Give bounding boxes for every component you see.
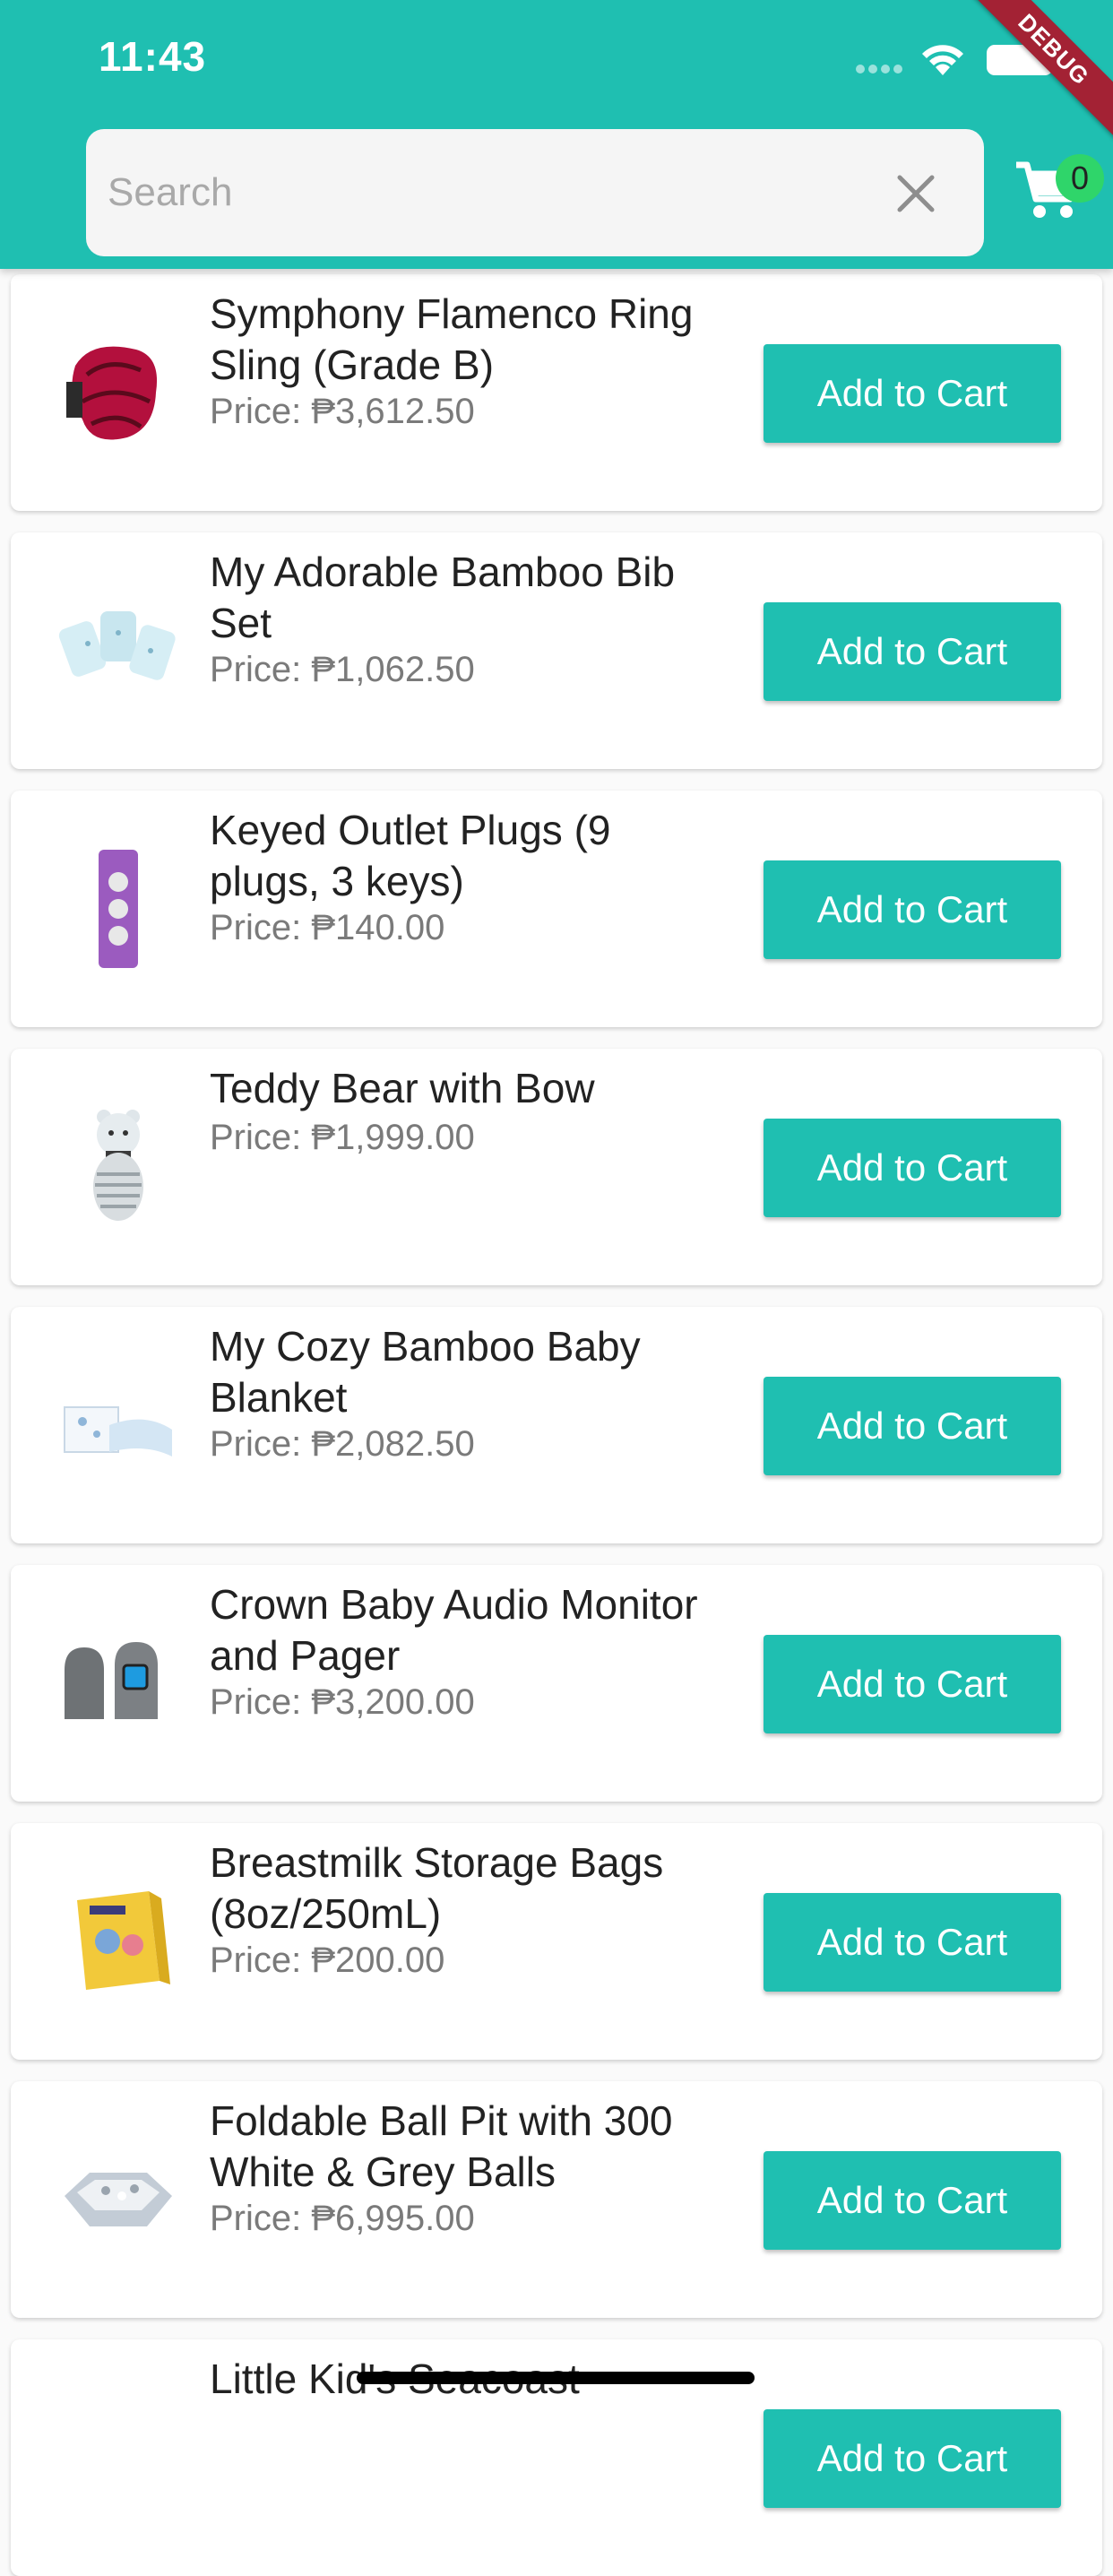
home-indicator: [357, 2372, 755, 2384]
app-bar: 11:43 DEBUG 0: [0, 0, 1113, 269]
product-price: Price: ₱1,062.50: [210, 650, 475, 689]
product-price: Price: ₱200.00: [210, 1941, 445, 1980]
add-to-cart-button[interactable]: Add to Cart: [764, 2151, 1061, 2250]
product-card: Keyed Outlet Plugs (9 plugs, 3 keys) Pri…: [11, 791, 1102, 1027]
bib-set-image: [58, 611, 176, 680]
product-price: Price: ₱2,082.50: [210, 1424, 475, 1464]
product-price: Price: ₱3,200.00: [210, 1682, 475, 1722]
product-card: Foldable Ball Pit with 300 White & Grey …: [11, 2081, 1102, 2318]
status-time: 11:43: [99, 33, 207, 80]
product-card: My Cozy Bamboo Baby Blanket Price: ₱2,08…: [11, 1307, 1102, 1543]
product-title: Crown Baby Audio Monitor and Pager: [210, 1581, 698, 1679]
close-icon[interactable]: [893, 170, 939, 217]
ball-pit-image: [65, 2173, 172, 2226]
product-card: My Adorable Bamboo Bib Set Price: ₱1,062…: [11, 532, 1102, 769]
product-title: My Cozy Bamboo Baby Blanket: [210, 1323, 641, 1421]
signal-icon: [856, 65, 902, 73]
product-card: Teddy Bear with Bow Price: ₱1,999.00 Add…: [11, 1049, 1102, 1285]
add-to-cart-button[interactable]: Add to Cart: [764, 1119, 1061, 1217]
product-title: Teddy Bear with Bow: [210, 1065, 595, 1111]
audio-monitor-image: [65, 1642, 158, 1719]
cart-badge[interactable]: 0: [1056, 154, 1104, 203]
product-title: Symphony Flamenco Ring Sling (Grade B): [210, 290, 694, 388]
outlet-plugs-image: [99, 850, 138, 968]
add-to-cart-button[interactable]: Add to Cart: [764, 860, 1061, 959]
add-to-cart-button[interactable]: Add to Cart: [764, 1377, 1061, 1475]
wifi-icon: [922, 45, 963, 75]
add-to-cart-button[interactable]: Add to Cart: [764, 602, 1061, 701]
add-to-cart-button[interactable]: Add to Cart: [764, 2409, 1061, 2508]
product-title: Foldable Ball Pit with 300 White & Grey …: [210, 2097, 673, 2195]
product-price: Price: ₱6,995.00: [210, 2199, 475, 2238]
baby-blanket-image: [64, 1406, 172, 1457]
teddy-bear-image: [93, 1110, 143, 1221]
product-price: Price: ₱1,999.00: [210, 1118, 475, 1157]
add-to-cart-button[interactable]: Add to Cart: [764, 1893, 1061, 1992]
add-to-cart-button[interactable]: Add to Cart: [764, 344, 1061, 443]
storage-bags-image: [77, 1891, 170, 1990]
add-to-cart-button[interactable]: Add to Cart: [764, 1635, 1061, 1733]
search-box[interactable]: [86, 129, 984, 256]
product-price: Price: ₱3,612.50: [210, 392, 475, 431]
ring-sling-image: [66, 346, 158, 440]
product-card: Crown Baby Audio Monitor and Pager Price…: [11, 1565, 1102, 1802]
product-card: Breastmilk Storage Bags (8oz/250mL) Pric…: [11, 1823, 1102, 2060]
product-title: My Adorable Bamboo Bib Set: [210, 549, 676, 646]
product-title: Keyed Outlet Plugs (9 plugs, 3 keys): [210, 807, 611, 904]
search-input[interactable]: [108, 161, 914, 224]
product-image: [56, 2395, 181, 2520]
product-title: Breastmilk Storage Bags (8oz/250mL): [210, 1839, 664, 1937]
product-card: Symphony Flamenco Ring Sling (Grade B) P…: [11, 274, 1102, 511]
product-price: Price: ₱140.00: [210, 908, 445, 947]
